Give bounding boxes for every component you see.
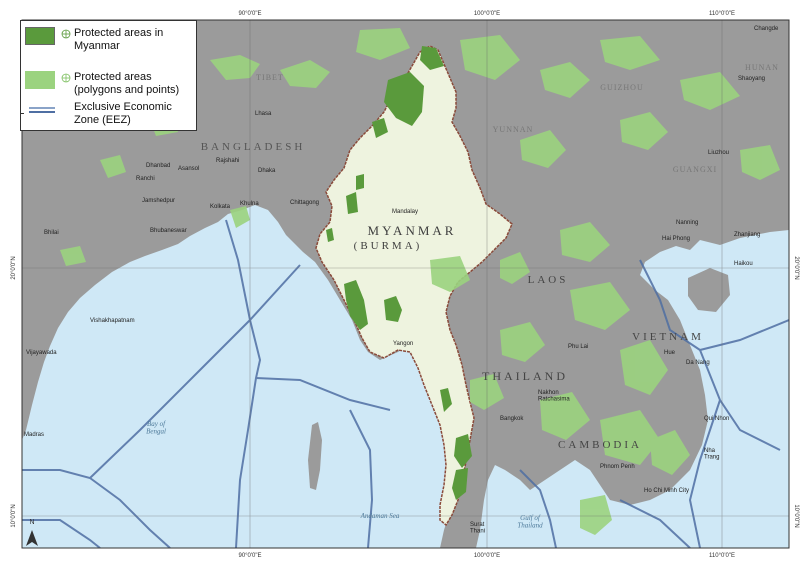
city-label-ranchi: Ranchi [136, 176, 155, 182]
city-label-lhasa: Lhasa [255, 111, 272, 117]
city-label-khulna: Khulna [240, 201, 259, 207]
country-label-bangladesh: BANGLADESH [201, 141, 306, 153]
country-label-tibet: TIBET [256, 73, 284, 82]
graticule-label-top: 90°0'0"E [238, 11, 261, 17]
legend-item-myanmar: Protected areas in Myanmar [25, 27, 163, 53]
city-label-mandalay: Mandalay [392, 209, 418, 215]
city-label-dhanbad: Dhanbad [146, 163, 170, 169]
country-label-hunan: HUNAN [745, 63, 779, 72]
country-label-laos: LAOS [528, 274, 569, 286]
city-label-surat: Surat Thani [470, 522, 485, 535]
country-label-guangxi: GUANGXI [673, 165, 717, 174]
water-label-gulf-of-thailand: Gulf of Thailand [517, 514, 543, 530]
graticule-label-top: 100°0'0"E [474, 11, 500, 17]
city-label-phu-lai: Phu Lai [568, 344, 588, 350]
city-label-asansol: Asansol [178, 166, 199, 172]
country-label-cambodia: CAMBODIA [558, 439, 642, 451]
city-label-changde: Changde [754, 26, 779, 32]
country-label-myanmar: MYANMAR [368, 223, 457, 238]
city-label-phnom-penh: Phnom Penh [600, 464, 635, 470]
legend-swatch-regional [25, 71, 55, 89]
country-label-thailand: THAILAND [482, 369, 568, 383]
country-label-vietnam: VIETNAM [632, 331, 704, 343]
legend: Protected areas in Myanmar Protected are… [20, 20, 197, 131]
legend-item-regional: Protected areas (polygons and points) [25, 71, 179, 97]
city-label-ho-chi-minh: Ho Chi Minh City [644, 488, 689, 494]
graticule-label-right: 20°0'0"N [793, 256, 799, 279]
plus-circle-icon [61, 73, 71, 83]
legend-swatch-eez [21, 101, 55, 119]
plus-circle-icon [61, 29, 71, 39]
country-label-guizhou: GUIZHOU [600, 83, 643, 92]
legend-swatch-myanmar [25, 27, 55, 45]
city-label-da-nang: Da Nang [686, 360, 710, 366]
graticule-label-left: 10°0'0"N [11, 504, 17, 527]
city-label-bhubaneswar: Bhubaneswar [150, 228, 187, 234]
city-label-chittagong: Chittagong [290, 200, 319, 206]
city-label-rajshahi: Rajshahi [216, 158, 239, 164]
country-label-burma: (BURMA) [354, 240, 423, 252]
city-label-madras: Madras [24, 432, 44, 438]
city-label-qui-nhon: Qui Nhon [704, 416, 729, 422]
legend-label-myanmar: Protected areas in Myanmar [74, 27, 164, 52]
city-label-nanning: Nanning [676, 220, 698, 226]
city-label-yangon: Yangon [393, 341, 413, 347]
graticule-label-bottom: 90°0'0"E [238, 553, 261, 559]
city-label-dhaka: Dhaka [258, 168, 276, 174]
city-label-vijayawada: Vijayawada [26, 350, 57, 356]
graticule-label-right: 10°0'0"N [793, 504, 799, 527]
graticule-label-top: 110°0'0"E [709, 11, 735, 17]
city-label-liuzhou: Liuzhou [708, 150, 729, 156]
city-label-zhanjiang: Zhanjiang [734, 232, 760, 238]
legend-label-regional: Protected areas (polygons and points) [74, 71, 180, 96]
city-label-haikou: Haikou [734, 261, 753, 267]
city-label-bangkok: Bangkok [500, 416, 524, 422]
north-label: N [29, 519, 34, 526]
graticule-label-bottom: 110°0'0"E [709, 553, 735, 559]
water-label-bay-of-bengal: Bay of Bengal [146, 420, 166, 436]
graticule-label-left: 20°0'0"N [11, 256, 17, 279]
water-label-andaman-sea: Andaman Sea [360, 512, 400, 520]
city-label-visakhapatnam: Vishakhapatnam [90, 318, 135, 324]
city-label-hue: Hue [664, 350, 676, 356]
city-label-shaoyang: Shaoyang [738, 76, 765, 82]
city-label-bhilai: Bhilai [44, 230, 59, 236]
legend-label-eez: Exclusive Economic Zone (EEZ) [74, 101, 172, 126]
country-label-yunnan: YUNNAN [493, 125, 534, 134]
graticule-label-bottom: 100°0'0"E [474, 553, 500, 559]
city-label-kolkata: Kolkata [210, 204, 231, 210]
legend-item-eez: Exclusive Economic Zone (EEZ) [21, 101, 172, 127]
city-label-jamshedpur: Jamshedpur [142, 198, 175, 204]
city-label-hai-phong: Hai Phong [662, 236, 690, 242]
